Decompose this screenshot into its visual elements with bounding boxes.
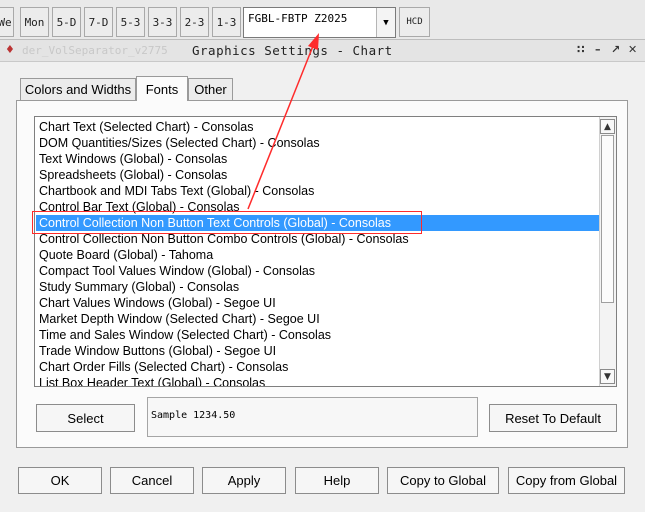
scrollbar-thumb[interactable] [601, 135, 614, 303]
help-button[interactable]: Help [295, 467, 379, 494]
ok-button[interactable]: OK [18, 467, 102, 494]
toolbar-button-1-3[interactable]: 1-3 [212, 7, 241, 37]
list-item[interactable]: DOM Quantities/Sizes (Selected Chart) - … [39, 135, 320, 151]
toolbar-button-mon[interactable]: Mon [20, 7, 49, 37]
list-item[interactable]: Quote Board (Global) - Tahoma [39, 247, 213, 263]
list-item[interactable]: Text Windows (Global) - Consolas [39, 151, 227, 167]
scroll-down-icon[interactable]: ▼ [600, 369, 615, 384]
cancel-button[interactable]: Cancel [110, 467, 194, 494]
restore-icon[interactable]: ↗ [611, 43, 620, 56]
font-sample-preview: Sample 1234.50 [147, 397, 478, 437]
list-item[interactable]: Chart Values Windows (Global) - Segoe UI [39, 295, 276, 311]
list-item[interactable]: Chartbook and MDI Tabs Text (Global) - C… [39, 183, 314, 199]
background-window-title: der_VolSeparator_v2775 [22, 44, 168, 57]
toolbar-button-3-3[interactable]: 3-3 [148, 7, 177, 37]
tab-fonts[interactable]: Fonts [136, 76, 188, 101]
list-item[interactable]: Chart Order Fills (Selected Chart) - Con… [39, 359, 288, 375]
toolbar-button-7d[interactable]: 7-D [84, 7, 113, 37]
list-item[interactable]: Market Depth Window (Selected Chart) - S… [39, 311, 320, 327]
scroll-up-icon[interactable]: ▲ [600, 119, 615, 134]
minimize-icon[interactable]: – [595, 43, 601, 56]
close-icon[interactable]: ✕ [628, 43, 637, 56]
top-toolbar: We Mon 5-D 7-D 5-3 3-3 2-3 1-3 FGBL-FBTP… [0, 0, 645, 40]
toolbar-button-2-3[interactable]: 2-3 [180, 7, 209, 37]
copy-to-global-button[interactable]: Copy to Global [387, 467, 499, 494]
dialog-title-bar[interactable]: ♦ der_VolSeparator_v2775 Graphics Settin… [0, 40, 645, 62]
list-item[interactable]: Spreadsheets (Global) - Consolas [39, 167, 227, 183]
reset-to-default-button[interactable]: Reset To Default [489, 404, 617, 432]
toolbar-button-hcd[interactable]: HCD [399, 7, 430, 37]
annotation-highlight-box [32, 211, 422, 234]
symbol-dropdown[interactable]: FGBL-FBTP Z2025 ▼ [243, 7, 396, 38]
app-icon: ♦ [5, 43, 15, 56]
list-scrollbar[interactable]: ▲ ▼ [599, 117, 616, 386]
list-item[interactable]: Time and Sales Window (Selected Chart) -… [39, 327, 331, 343]
list-item[interactable]: Compact Tool Values Window (Global) - Co… [39, 263, 315, 279]
list-item[interactable]: Chart Text (Selected Chart) - Consolas [39, 119, 253, 135]
copy-from-global-button[interactable]: Copy from Global [508, 467, 625, 494]
list-item[interactable]: List Box Header Text (Global) - Consolas [39, 375, 265, 386]
tab-other[interactable]: Other [188, 78, 233, 100]
tab-colors-and-widths[interactable]: Colors and Widths [20, 78, 136, 100]
font-list[interactable]: Chart Text (Selected Chart) - Consolas D… [34, 116, 617, 387]
symbol-value: FGBL-FBTP Z2025 [248, 12, 348, 25]
move-grip-icon[interactable]: ∷ [577, 43, 585, 56]
toolbar-button-we[interactable]: We [0, 7, 14, 37]
select-font-button[interactable]: Select [36, 404, 135, 432]
apply-button[interactable]: Apply [202, 467, 286, 494]
dropdown-arrow-icon[interactable]: ▼ [376, 8, 395, 37]
toolbar-button-5-3[interactable]: 5-3 [116, 7, 145, 37]
dialog-title: Graphics Settings - Chart [192, 43, 393, 58]
list-item[interactable]: Trade Window Buttons (Global) - Segoe UI [39, 343, 276, 359]
toolbar-button-5d[interactable]: 5-D [52, 7, 81, 37]
list-item[interactable]: Study Summary (Global) - Consolas [39, 279, 239, 295]
